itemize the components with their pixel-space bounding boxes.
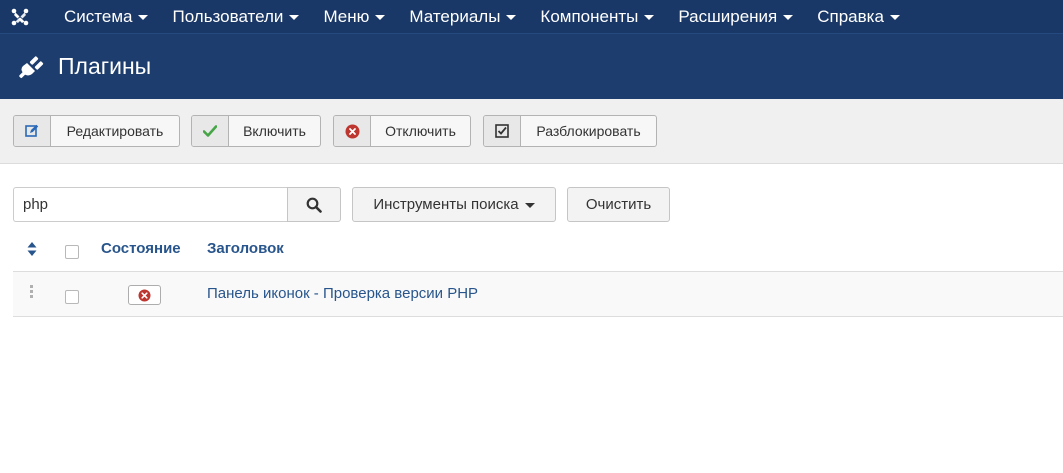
select-all-checkbox[interactable] [65, 245, 79, 259]
caret-down-icon [506, 15, 517, 20]
menu-item-label: Компоненты [540, 6, 639, 26]
clear-button[interactable]: Очистить [567, 187, 670, 222]
menu-item-label: Материалы [409, 6, 501, 26]
caret-down-icon [289, 15, 300, 20]
caret-down-icon [889, 15, 900, 20]
times-circle-icon [138, 289, 151, 301]
menu-item-label: Система [64, 6, 133, 26]
enable-button[interactable]: Включить [191, 115, 321, 147]
menu-item-label: Расширения [678, 6, 778, 26]
table-row: Панель иконок - Проверка версии PHP [13, 272, 1063, 317]
toolbar: Редактировать Включить Отключить Разблок… [0, 99, 1063, 164]
status-toggle-button[interactable] [128, 285, 161, 305]
search-tools-button[interactable]: Инструменты поиска [352, 187, 556, 222]
main-menu: Система Пользователи Меню Материалы Комп… [40, 0, 912, 33]
drag-handle-icon[interactable] [30, 285, 34, 299]
menu-item-menus[interactable]: Меню [311, 0, 397, 33]
menu-item-components[interactable]: Компоненты [528, 0, 666, 33]
checkbox-checked-icon [484, 116, 521, 146]
menu-item-system[interactable]: Система [40, 0, 160, 33]
enable-button-label: Включить [243, 123, 306, 139]
column-header-status[interactable]: Состояние [101, 240, 181, 257]
row-checkbox[interactable] [65, 290, 79, 304]
page-header: Плагины [0, 33, 1063, 99]
check-icon [192, 116, 229, 146]
menu-item-content[interactable]: Материалы [397, 0, 528, 33]
column-header-title[interactable]: Заголовок [207, 240, 284, 257]
clear-button-label: Очистить [585, 196, 652, 213]
menu-item-label: Справка [817, 6, 884, 26]
search-input[interactable] [13, 187, 288, 222]
search-tools-label: Инструменты поиска [373, 196, 519, 213]
unlock-button[interactable]: Разблокировать [483, 115, 657, 147]
edit-button-label: Редактировать [66, 123, 164, 139]
plugin-title-link[interactable]: Панель иконок - Проверка версии PHP [207, 285, 478, 302]
menu-item-help[interactable]: Справка [805, 0, 912, 33]
edit-button[interactable]: Редактировать [13, 115, 180, 147]
edit-icon [14, 116, 51, 146]
caret-down-icon [524, 203, 535, 208]
menu-item-users[interactable]: Пользователи [160, 0, 311, 33]
menu-item-extensions[interactable]: Расширения [666, 0, 805, 33]
menu-item-label: Меню [323, 6, 370, 26]
top-navbar: Система Пользователи Меню Материалы Комп… [0, 0, 1063, 33]
table-header: Состояние Заголовок [13, 230, 1063, 272]
search-button[interactable] [287, 187, 341, 222]
disable-button[interactable]: Отключить [333, 115, 471, 147]
page-title: Плагины [58, 53, 152, 79]
disable-button-label: Отключить [385, 123, 456, 139]
sort-icon[interactable] [27, 242, 37, 256]
caret-down-icon [783, 15, 794, 20]
joomla-logo-icon[interactable] [0, 0, 40, 33]
caret-down-icon [138, 15, 149, 20]
caret-down-icon [375, 15, 386, 20]
unlock-button-label: Разблокировать [536, 123, 641, 139]
search-icon [306, 197, 322, 213]
menu-item-label: Пользователи [172, 6, 284, 26]
plug-icon [0, 54, 58, 80]
caret-down-icon [644, 15, 655, 20]
times-circle-icon [334, 116, 371, 146]
